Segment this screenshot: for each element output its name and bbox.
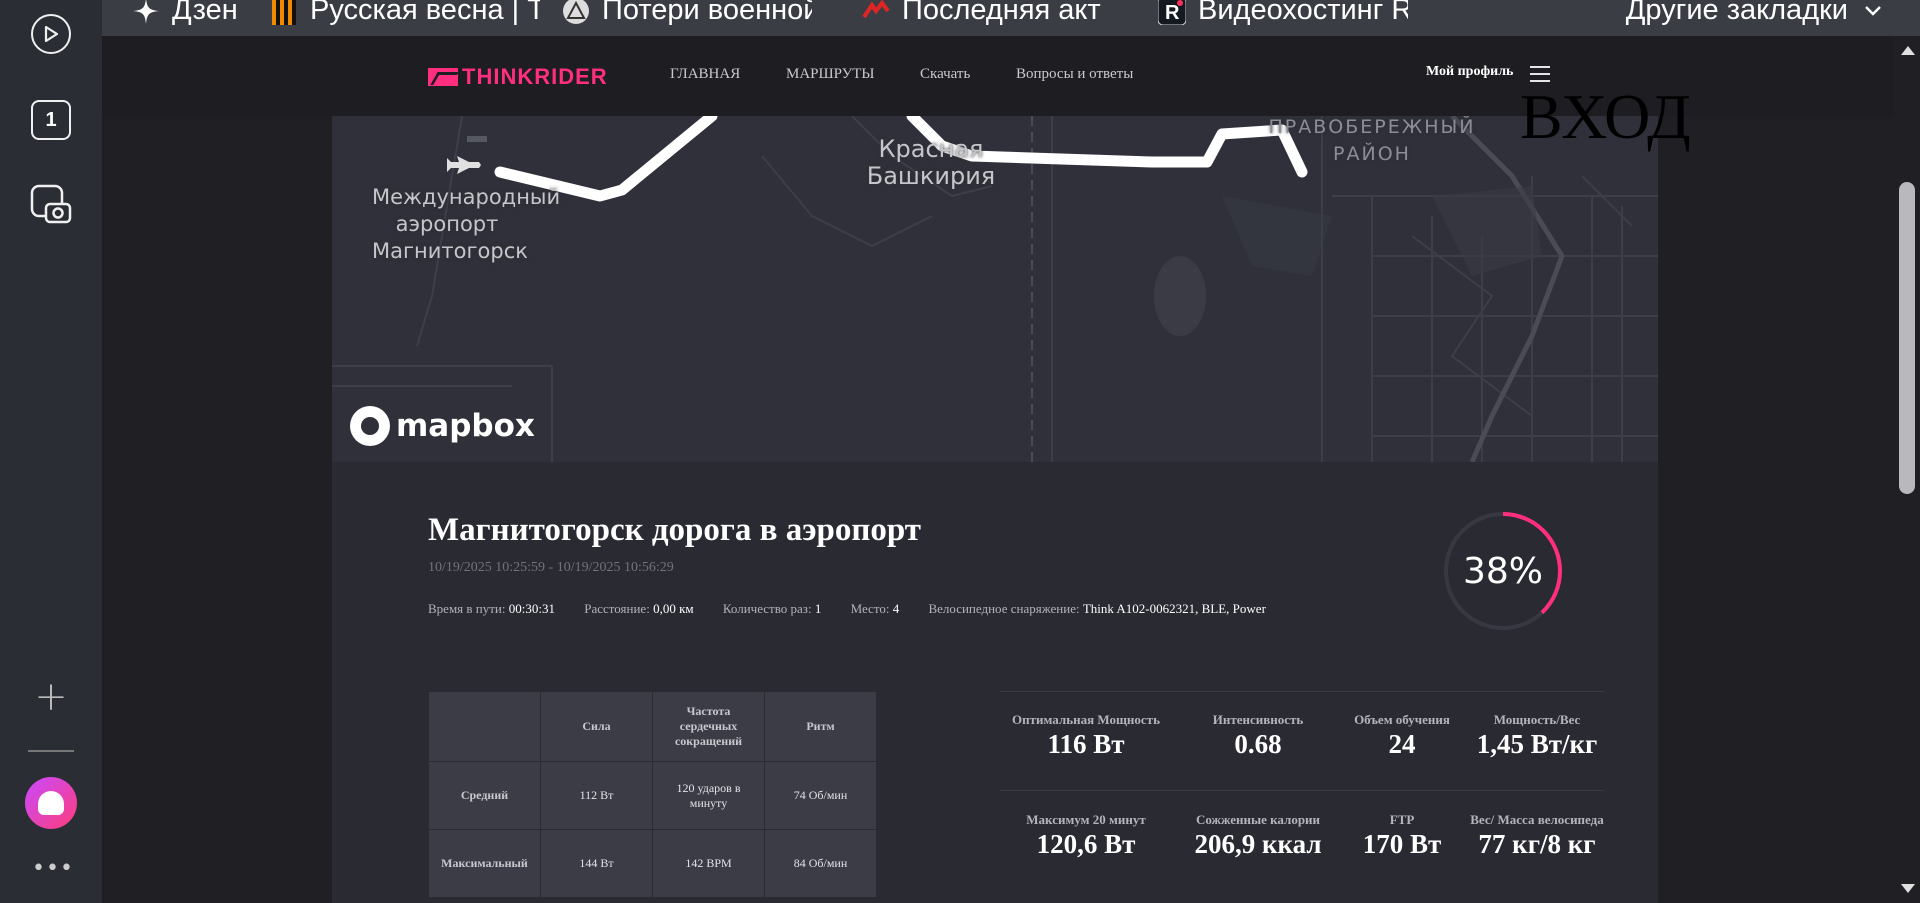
bookmarks-bar: Дзен Русская весна | То Потери военной т… <box>102 0 1920 36</box>
tabs-button[interactable]: 1 <box>30 99 72 141</box>
map-label-district1: Красная Башкирия <box>866 135 996 190</box>
metric-ftp: FTP 170 Вт <box>1362 812 1442 859</box>
other-bookmarks[interactable]: Другие закладки <box>1626 0 1882 27</box>
table-row: Средний 112 Вт 120 ударов в минуту 74 Об… <box>428 761 877 830</box>
ride-dates: 10/19/2025 10:25:59 - 10/19/2025 10:56:2… <box>428 560 674 575</box>
map-label-airport: Международный аэропорт Магнитогорск <box>372 185 561 263</box>
ribbon-icon <box>270 0 298 25</box>
metric-optimal-power: Оптимальная Мощность 116 Вт <box>1012 712 1160 759</box>
thinkrider-logo-icon <box>428 68 458 86</box>
metric-calories: Сожженные калории 206,9 ккал <box>1194 812 1322 859</box>
plus-icon: + <box>34 674 68 720</box>
play-icon <box>31 14 71 54</box>
scroll-up-icon[interactable] <box>1901 46 1915 55</box>
mapbox-attribution[interactable]: mapbox <box>350 406 535 446</box>
triangle-icon <box>562 0 590 25</box>
add-panel-button[interactable]: + <box>30 674 72 720</box>
table-header: Частота сердечных сокращений <box>652 691 765 762</box>
page-scrollbar[interactable] <box>1894 36 1920 903</box>
nav-link-routes[interactable]: МАРШРУТЫ <box>786 66 874 83</box>
table-header <box>428 691 541 762</box>
ride-title: Магнитогорск дорога в аэропорт <box>428 512 921 548</box>
chevron-down-icon <box>1865 5 1881 16</box>
more-icon[interactable]: ••• <box>32 856 74 881</box>
mapbox-logo-icon <box>350 406 390 446</box>
metric-training-volume: Объем обучения 24 <box>1354 712 1450 759</box>
bookmark-losses[interactable]: Потери военной т <box>562 0 812 27</box>
rutube-r-icon: R <box>1158 0 1186 25</box>
bookmark-dzen[interactable]: Дзен <box>132 0 252 27</box>
metric-weight-bike: Вес/ Масса велосипеда 77 кг/8 кг <box>1470 812 1604 859</box>
screenshot-button[interactable] <box>30 184 72 226</box>
nav-link-faq[interactable]: Вопросы и ответы <box>1016 66 1133 83</box>
scroll-down-icon[interactable] <box>1901 884 1915 893</box>
thinkrider-logo[interactable]: THINKRIDER <box>428 64 608 90</box>
red-flag-icon <box>862 0 890 25</box>
web-page: THINKRIDER ГЛАВНАЯ МАРШРУТЫ Скачать Вопр… <box>102 36 1894 903</box>
svg-text:R: R <box>1165 2 1180 24</box>
metric-max-20min: Максимум 20 минут 120,6 Вт <box>1026 812 1146 859</box>
route-map[interactable]: Международный аэропорт Магнитогорск Крас… <box>332 116 1658 462</box>
scroll-thumb[interactable] <box>1899 182 1915 494</box>
profile-link[interactable]: Мой профиль <box>1426 64 1513 80</box>
nav-link-home[interactable]: ГЛАВНАЯ <box>670 66 740 83</box>
alice-icon <box>38 791 64 815</box>
progress-value: 38% <box>1462 550 1543 592</box>
nav-link-download[interactable]: Скачать <box>920 66 970 83</box>
table-header: Сила <box>540 691 653 762</box>
bookmark-russian-spring[interactable]: Русская весна | То <box>270 0 540 27</box>
ride-meta: Время в пути: 00:30:31 Расстояние: 0,00 … <box>428 601 1266 616</box>
stats-table: Сила Частота сердечных сокращений Ритм С… <box>428 691 877 898</box>
table-header: Ритм <box>764 691 877 762</box>
alice-assistant-button[interactable] <box>25 777 77 829</box>
map-label-district2: ПРАВОБЕРЕЖНЫЙ РАЙОН <box>1268 116 1476 165</box>
metric-power-weight: Мощность/Вес 1,45 Вт/кг <box>1476 712 1598 759</box>
sidebar-divider <box>28 750 74 752</box>
ride-summary-panel: Магнитогорск дорога в аэропорт 10/19/202… <box>332 462 1658 903</box>
play-button[interactable] <box>30 13 72 55</box>
browser-sidebar: 1 + ••• <box>0 0 102 903</box>
tab-count: 1 <box>31 100 71 140</box>
table-row: Максимальный 144 Вт 142 BPM 84 Об/мин <box>428 829 877 898</box>
metric-intensity: Интенсивность 0.68 <box>1212 712 1304 759</box>
camera-icon <box>30 184 72 224</box>
dzen-star-icon <box>132 0 160 25</box>
bookmark-last-activity[interactable]: Последняя активн <box>862 0 1102 27</box>
login-link[interactable]: ВХОД <box>1520 80 1691 154</box>
bookmark-rutube[interactable]: R Видеохостинг RU <box>1158 0 1408 27</box>
